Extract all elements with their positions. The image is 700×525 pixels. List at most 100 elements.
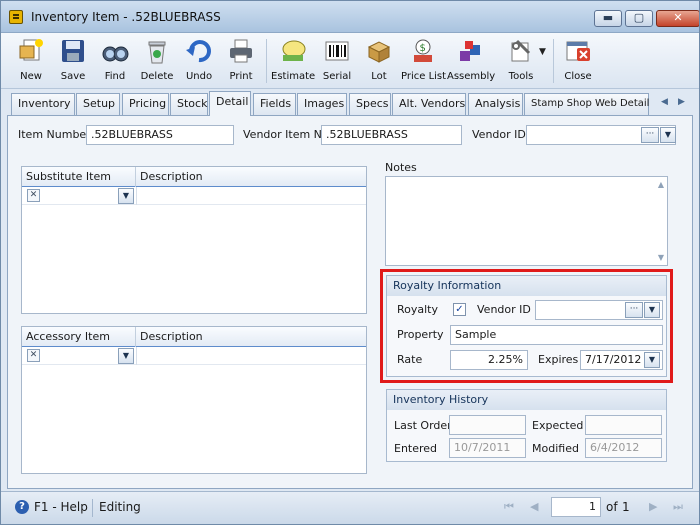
close-icon <box>564 37 592 65</box>
tab-stock[interactable]: Stock <box>170 93 208 115</box>
accessory-item-column-header[interactable]: Accessory Item <box>22 327 136 347</box>
serial-icon <box>323 37 351 65</box>
modified-label: Modified <box>532 442 579 455</box>
notes-textarea[interactable]: ▲ ▼ <box>385 176 668 266</box>
tab-alt-vendors[interactable]: Alt. Vendors <box>392 93 466 115</box>
price-list-label: Price List <box>401 71 447 82</box>
tools-dropdown-icon[interactable]: ▼ <box>539 47 546 57</box>
assembly-button[interactable]: Assembly <box>447 35 495 87</box>
vendor-item-no-field[interactable]: .52BLUEBRASS <box>321 125 462 145</box>
substitute-item-column-header[interactable]: Substitute Item <box>22 167 136 187</box>
delete-button[interactable]: Delete <box>137 35 177 87</box>
tab-stamp-shop-web-detail[interactable]: Stamp Shop Web Detail <box>524 93 649 115</box>
entered-field: 10/7/2011 <box>449 438 526 458</box>
print-button[interactable]: Print <box>221 35 261 87</box>
tools-label: Tools <box>508 71 534 82</box>
close-window-button[interactable]: ✕ <box>656 10 699 27</box>
toolbar-separator <box>266 39 267 83</box>
first-record-icon[interactable]: ⏮ <box>504 500 514 514</box>
tab-scroll-right-icon[interactable]: ▶ <box>678 97 685 107</box>
royalty-label: Royalty <box>397 303 439 316</box>
tab-inventory[interactable]: Inventory <box>11 93 75 115</box>
last-record-icon[interactable]: ⏭ <box>673 500 683 514</box>
print-label: Print <box>229 71 253 82</box>
royalty-vendor-dropdown-icon[interactable]: ▼ <box>644 302 660 318</box>
app-icon <box>9 10 23 24</box>
vendor-id-label: Vendor ID <box>472 128 526 141</box>
serial-label: Serial <box>322 71 352 82</box>
tab-analysis[interactable]: Analysis <box>468 93 523 115</box>
vendor-id-lookup-button[interactable]: ··· <box>641 127 659 143</box>
tab-specs[interactable]: Specs <box>349 93 391 115</box>
previous-record-icon[interactable]: ◀ <box>530 500 538 513</box>
inventory-history-title: Inventory History <box>387 390 666 410</box>
substitute-item-dropdown-icon[interactable]: ▼ <box>118 188 134 204</box>
undo-label: Undo <box>185 71 213 82</box>
notes-label: Notes <box>385 161 417 174</box>
maximize-icon: ▢ <box>633 11 645 24</box>
print-icon <box>227 37 255 65</box>
find-button[interactable]: Find <box>95 35 135 87</box>
vendor-id-dropdown-icon[interactable]: ▼ <box>660 127 676 143</box>
notes-scroll-down-icon[interactable]: ▼ <box>658 253 664 262</box>
accessory-grid-new-row[interactable]: ✕ ▼ <box>22 347 366 365</box>
save-label: Save <box>60 71 86 82</box>
tab-scroll-left-icon[interactable]: ◀ <box>661 97 668 107</box>
help-shortcut-label[interactable]: F1 - Help <box>34 500 88 514</box>
title-bar: Inventory Item - .52BLUEBRASS ▬ ▢ ✕ <box>1 1 699 33</box>
estimate-button[interactable]: Estimate <box>271 35 315 87</box>
notes-scroll-up-icon[interactable]: ▲ <box>658 180 664 189</box>
royalty-information-panel: Royalty Information Royalty ✓ Vendor ID … <box>386 275 667 377</box>
inventory-history-panel: Inventory History Last Order Expected En… <box>386 389 667 462</box>
item-number-field[interactable]: .52BLUEBRASS <box>86 125 234 145</box>
vendor-item-no-label: Vendor Item No <box>243 128 329 141</box>
serial-button[interactable]: Serial <box>317 35 357 87</box>
find-icon <box>101 37 129 65</box>
new-button[interactable]: New <box>11 35 51 87</box>
grid-divider <box>136 347 137 365</box>
status-divider <box>92 499 93 517</box>
lot-button[interactable]: Lot <box>359 35 399 87</box>
record-number-input[interactable]: 1 <box>551 497 601 517</box>
last-order-label: Last Order <box>394 419 452 432</box>
expected-field <box>585 415 662 435</box>
tab-setup[interactable]: Setup <box>76 93 120 115</box>
modified-field: 6/4/2012 <box>585 438 662 458</box>
delete-row-icon[interactable]: ✕ <box>27 189 40 202</box>
substitute-item-grid: Substitute Item Description ✕ ▼ <box>21 166 367 314</box>
help-icon[interactable]: ? <box>15 500 29 514</box>
lot-icon <box>365 37 393 65</box>
price-list-icon: $ <box>409 37 437 65</box>
rate-field[interactable]: 2.25% <box>450 350 528 370</box>
expires-date-dropdown-icon[interactable]: ▼ <box>644 352 660 368</box>
maximize-button[interactable]: ▢ <box>625 10 653 27</box>
royalty-vendor-id-label: Vendor ID <box>477 303 531 316</box>
royalty-checkbox[interactable]: ✓ <box>453 303 466 316</box>
accessory-grid-header: Accessory Item Description <box>22 327 366 347</box>
tab-fields[interactable]: Fields <box>253 93 296 115</box>
tools-icon <box>507 37 535 65</box>
price-list-button[interactable]: $ Price List <box>401 35 447 87</box>
new-label: New <box>20 71 42 82</box>
save-button[interactable]: Save <box>53 35 93 87</box>
accessory-description-column-header[interactable]: Description <box>136 327 366 347</box>
tab-detail[interactable]: Detail <box>209 91 251 116</box>
tools-button[interactable]: Tools <box>501 35 541 87</box>
undo-button[interactable]: Undo <box>179 35 219 87</box>
delete-row-icon[interactable]: ✕ <box>27 349 40 362</box>
tab-images[interactable]: Images <box>297 93 347 115</box>
minimize-button[interactable]: ▬ <box>594 10 622 27</box>
substitute-grid-new-row[interactable]: ✕ ▼ <box>22 187 366 205</box>
royalty-vendor-lookup-button[interactable]: ··· <box>625 302 643 318</box>
property-field[interactable]: Sample <box>450 325 663 345</box>
save-icon <box>59 37 87 65</box>
tab-pricing[interactable]: Pricing <box>122 93 169 115</box>
substitute-description-column-header[interactable]: Description <box>136 167 366 187</box>
next-record-icon[interactable]: ▶ <box>649 500 657 513</box>
property-label: Property <box>397 328 444 341</box>
grid-divider <box>136 187 137 205</box>
close-button[interactable]: Close <box>557 35 599 87</box>
of-label: of <box>606 500 618 514</box>
toolbar-separator <box>553 39 554 83</box>
accessory-item-dropdown-icon[interactable]: ▼ <box>118 348 134 364</box>
